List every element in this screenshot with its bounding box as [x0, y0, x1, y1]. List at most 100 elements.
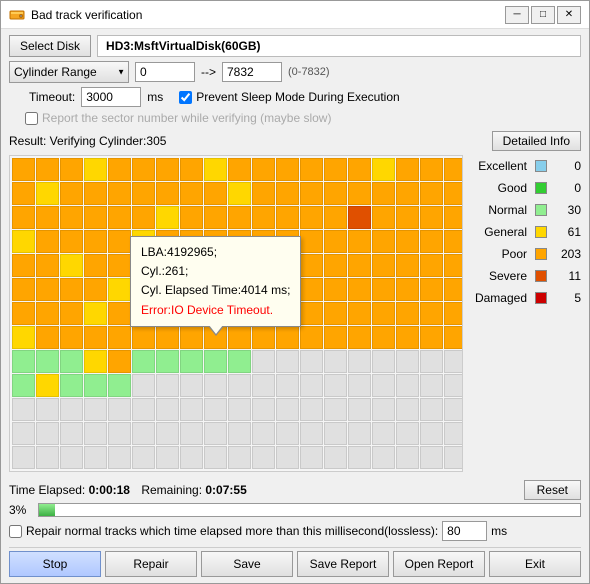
remaining-label: Remaining: [141, 483, 202, 497]
grid-cell [228, 446, 251, 469]
report-sector-checkbox[interactable] [25, 112, 38, 125]
grid-cell [132, 374, 155, 397]
grid-cell [180, 398, 203, 421]
grid-cell [36, 374, 59, 397]
grid-cell [132, 446, 155, 469]
grid-cell [300, 422, 323, 445]
grid-cell [372, 158, 395, 181]
grid-cell [300, 158, 323, 181]
open-report-button[interactable]: Open Report [393, 551, 485, 577]
grid-cell [444, 326, 463, 349]
grid-cell [396, 398, 419, 421]
maximize-button[interactable]: □ [531, 6, 555, 24]
time-row: Time Elapsed: 0:00:18 Remaining: 0:07:55… [9, 480, 581, 500]
grid-cell [228, 350, 251, 373]
grid-cell [108, 446, 131, 469]
exit-button[interactable]: Exit [489, 551, 581, 577]
title-text: Bad track verification [31, 8, 142, 22]
grid-cell [60, 350, 83, 373]
grid-cell [324, 182, 347, 205]
select-disk-button[interactable]: Select Disk [9, 35, 91, 57]
grid-cell [12, 350, 35, 373]
grid-cell [276, 206, 299, 229]
minimize-button[interactable]: ─ [505, 6, 529, 24]
save-button[interactable]: Save [201, 551, 293, 577]
bottom-section: Time Elapsed: 0:00:18 Remaining: 0:07:55… [9, 480, 581, 577]
legend-count: 61 [551, 225, 581, 239]
range-type-select[interactable]: Cylinder Range [9, 61, 129, 83]
grid-cell [372, 302, 395, 325]
grid-cell [348, 254, 371, 277]
grid-cell [252, 422, 275, 445]
grid-cell [324, 158, 347, 181]
legend-label: Normal [471, 203, 531, 217]
grid-cell [300, 254, 323, 277]
stop-button[interactable]: Stop [9, 551, 101, 577]
grid-cell [372, 374, 395, 397]
prevent-sleep-checkbox[interactable] [179, 91, 192, 104]
grid-cell [84, 158, 107, 181]
grid-cell [36, 422, 59, 445]
disk-name-label: HD3:MsftVirtualDisk(60GB) [97, 35, 581, 57]
grid-cell [372, 350, 395, 373]
grid-cell [60, 182, 83, 205]
progress-bar-container [38, 503, 581, 517]
grid-cell [60, 302, 83, 325]
repair-checkbox[interactable] [9, 525, 22, 538]
repair-button[interactable]: Repair [105, 551, 197, 577]
progress-row: 3% [9, 503, 581, 517]
grid-cell [348, 158, 371, 181]
grid-cell [12, 422, 35, 445]
reset-button[interactable]: Reset [524, 480, 581, 500]
grid-cell [60, 446, 83, 469]
legend-count: 30 [551, 203, 581, 217]
grid-cell [84, 398, 107, 421]
legend-color-swatch [535, 226, 547, 238]
tooltip-box: LBA:4192965; Cyl.:261; Cyl. Elapsed Time… [130, 236, 301, 327]
grid-cell [444, 158, 463, 181]
elapsed-value: 0:00:18 [89, 483, 130, 497]
legend-item: Damaged 5 [471, 291, 581, 305]
grid-cell [324, 350, 347, 373]
grid-cell [444, 302, 463, 325]
grid-cell [444, 230, 463, 253]
timeout-input[interactable] [81, 87, 141, 107]
grid-cell [108, 254, 131, 277]
save-report-button[interactable]: Save Report [297, 551, 389, 577]
grid-cell [60, 278, 83, 301]
grid-cell [228, 422, 251, 445]
grid-cell [36, 302, 59, 325]
time-info: Time Elapsed: 0:00:18 Remaining: 0:07:55 [9, 483, 247, 497]
grid-cell [132, 206, 155, 229]
grid-cell [276, 182, 299, 205]
grid-cell [228, 326, 251, 349]
grid-cell [300, 326, 323, 349]
repair-ms-input[interactable] [442, 521, 487, 541]
grid-cell [276, 374, 299, 397]
grid-cell [204, 158, 227, 181]
tooltip-cyl: Cyl.:261; [141, 262, 290, 281]
grid-cell [372, 398, 395, 421]
grid-cell [252, 158, 275, 181]
range-info-label: (0-7832) [288, 66, 330, 78]
grid-cell [132, 422, 155, 445]
result-bar: Result: Verifying Cylinder:305 Detailed … [9, 131, 581, 151]
grid-cell [108, 326, 131, 349]
content-area: Select Disk HD3:MsftVirtualDisk(60GB) Cy… [1, 29, 589, 583]
grid-cell [396, 206, 419, 229]
legend-label: Severe [471, 269, 531, 283]
grid-cell [252, 182, 275, 205]
range-to-input[interactable] [222, 62, 282, 82]
range-from-input[interactable] [135, 62, 195, 82]
detailed-info-button[interactable]: Detailed Info [492, 131, 581, 151]
grid-cell [36, 326, 59, 349]
grid-cell [180, 206, 203, 229]
grid-cell [108, 206, 131, 229]
repair-row: Repair normal tracks which time elapsed … [9, 521, 581, 541]
grid-cell [156, 158, 179, 181]
grid-cell [420, 374, 443, 397]
grid-cell [156, 422, 179, 445]
legend-count: 5 [551, 291, 581, 305]
close-button[interactable]: ✕ [557, 6, 581, 24]
legend-color-swatch [535, 248, 547, 260]
